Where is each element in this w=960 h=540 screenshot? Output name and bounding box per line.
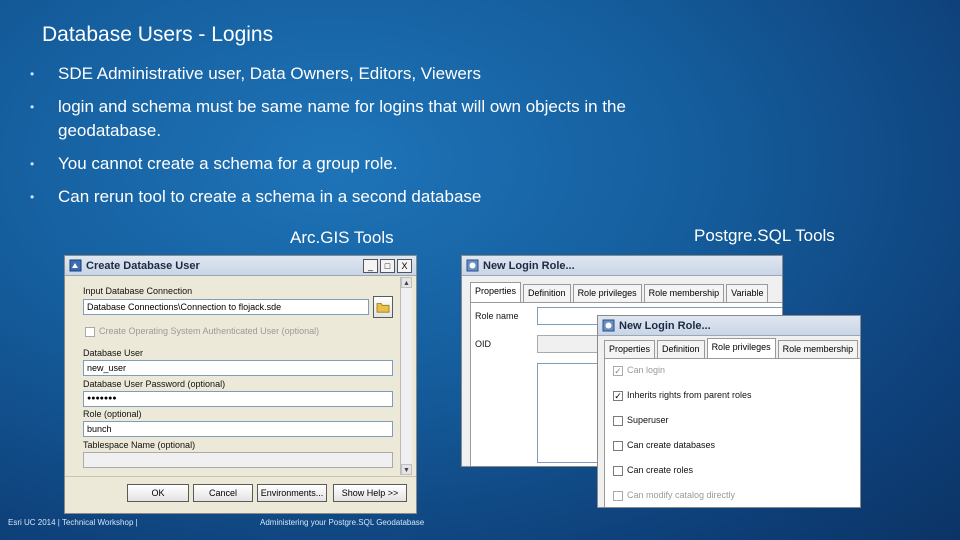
os-auth-label: Create Operating System Authenticated Us… — [99, 326, 320, 336]
create-database-user-dialog: Create Database User _ □ X Input Databas… — [64, 255, 417, 514]
role-label: Role (optional) — [83, 409, 142, 419]
bullet-item: • Can rerun tool to create a schema in a … — [30, 185, 730, 209]
back-window-title: New Login Role... — [483, 259, 575, 272]
maximize-button[interactable]: □ — [380, 259, 395, 273]
window-controls: _ □ X — [363, 259, 412, 273]
bullet-dot: • — [30, 190, 35, 204]
can-login-label: Can login — [627, 365, 666, 375]
scroll-down-button[interactable]: ▼ — [401, 464, 412, 475]
role-name-label: Role name — [475, 311, 519, 321]
create-databases-checkbox[interactable] — [613, 441, 623, 451]
tablespace-label: Tablespace Name (optional) — [83, 440, 196, 450]
minimize-button[interactable]: _ — [363, 259, 378, 273]
tab-role-membership[interactable]: Role membership — [643, 284, 725, 302]
footer-center: Administering your Postgre.SQL Geodataba… — [260, 518, 425, 527]
bullet-list: • SDE Administrative user, Data Owners, E… — [30, 62, 730, 218]
role-field[interactable]: bunch — [83, 421, 393, 437]
dialog-title: Create Database User — [86, 259, 200, 272]
oid-label: OID — [475, 339, 492, 349]
scroll-up-button[interactable]: ▲ — [401, 277, 412, 288]
password-field[interactable]: ●●●●●●● — [83, 391, 393, 407]
tab-role-membership[interactable]: Role membership — [777, 340, 859, 358]
bullet-dot: • — [30, 67, 35, 81]
create-roles-checkbox[interactable] — [613, 466, 623, 476]
create-databases-label: Can create databases — [627, 440, 716, 450]
cancel-button[interactable]: Cancel — [193, 484, 253, 502]
tablespace-field[interactable] — [83, 452, 393, 468]
divider — [65, 476, 416, 477]
superuser-label: Superuser — [627, 415, 669, 425]
bullet-text: login and schema must be same name for l… — [58, 97, 626, 140]
tab-role-privileges[interactable]: Role privileges — [572, 284, 642, 302]
database-user-field[interactable]: new_user — [83, 360, 393, 376]
tab-properties[interactable]: Properties — [470, 282, 522, 302]
tab-properties[interactable]: Properties — [604, 340, 656, 358]
tab-definition[interactable]: Definition — [657, 340, 705, 358]
tab-variables[interactable]: Variable — [726, 284, 769, 302]
front-window-title: New Login Role... — [619, 319, 711, 332]
close-button[interactable]: X — [397, 259, 412, 273]
bullet-dot: • — [30, 157, 35, 171]
database-user-label: Database User — [83, 348, 144, 358]
create-roles-label: Can create roles — [627, 465, 694, 475]
back-window-tabs: Properties Definition Role privileges Ro… — [470, 282, 769, 302]
tab-definition[interactable]: Definition — [523, 284, 571, 302]
pgadmin-icon — [602, 319, 615, 332]
dialog-scrollbar[interactable]: ▲ ▼ — [400, 277, 412, 475]
folder-icon — [376, 303, 390, 313]
front-window-tabs: Properties Definition Role privileges Ro… — [604, 338, 859, 358]
modify-catalog-checkbox[interactable] — [613, 491, 623, 501]
privileges-panel: ✓ Can login ✓ Inherits rights from paren… — [604, 358, 860, 507]
superuser-checkbox[interactable] — [613, 416, 623, 426]
os-auth-checkbox[interactable] — [85, 327, 95, 337]
ok-button[interactable]: OK — [127, 484, 189, 502]
bullet-dot: • — [30, 100, 35, 114]
bullet-text: SDE Administrative user, Data Owners, Ed… — [58, 64, 481, 83]
postgresql-tools-label: Postgre.SQL Tools — [694, 226, 835, 245]
bullet-item: • You cannot create a schema for a group … — [30, 152, 730, 176]
password-label: Database User Password (optional) — [83, 379, 226, 389]
tool-icon — [69, 259, 82, 272]
show-help-button[interactable]: Show Help >> — [333, 484, 407, 502]
browse-folder-button[interactable] — [373, 296, 393, 318]
can-login-checkbox[interactable]: ✓ — [613, 366, 623, 376]
bullet-item: • login and schema must be same name for … — [30, 95, 730, 143]
footer-left: Esri UC 2014 | Technical Workshop | — [8, 518, 138, 527]
back-window-titlebar: New Login Role... — [462, 256, 782, 276]
modify-catalog-label: Can modify catalog directly — [627, 490, 736, 500]
bullet-text: Can rerun tool to create a schema in a s… — [58, 187, 482, 206]
slide-title: Database Users - Logins — [42, 23, 274, 46]
bullet-item: • SDE Administrative user, Data Owners, E… — [30, 62, 730, 86]
input-connection-label: Input Database Connection — [83, 286, 193, 296]
inherits-rights-label: Inherits rights from parent roles — [627, 390, 752, 400]
bullet-text: You cannot create a schema for a group r… — [58, 154, 398, 173]
input-connection-field[interactable]: Database Connections\Connection to floja… — [83, 299, 369, 315]
new-login-role-front-window: New Login Role... Properties Definition … — [597, 315, 861, 508]
tab-role-privileges[interactable]: Role privileges — [706, 338, 776, 358]
arcgis-tools-label: Arc.GIS Tools — [290, 228, 394, 247]
front-window-titlebar: New Login Role... — [598, 316, 860, 336]
inherits-rights-checkbox[interactable]: ✓ — [613, 391, 623, 401]
environments-button[interactable]: Environments... — [257, 484, 327, 502]
pgadmin-icon — [466, 259, 479, 272]
